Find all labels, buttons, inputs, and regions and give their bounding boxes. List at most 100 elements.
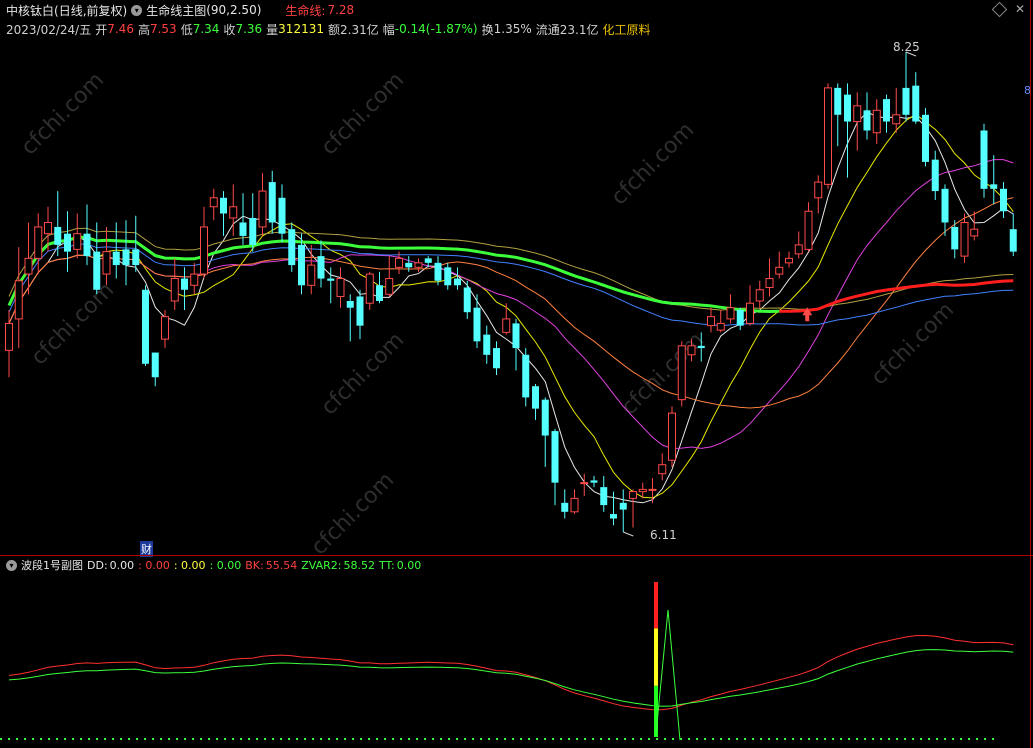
candle-body[interactable] — [970, 228, 979, 237]
candle-body[interactable] — [209, 197, 218, 208]
candle-body[interactable] — [112, 251, 120, 266]
indicator-settings-icon[interactable]: ▾ — [131, 4, 143, 16]
candle-body[interactable] — [414, 262, 423, 268]
candle-body[interactable] — [736, 309, 744, 326]
candle-body[interactable] — [365, 273, 374, 304]
candle-body[interactable] — [93, 251, 101, 290]
candle-body[interactable] — [1000, 188, 1007, 212]
candle-body[interactable] — [785, 257, 793, 264]
candle-body[interactable] — [765, 278, 774, 289]
candle-body[interactable] — [122, 249, 130, 266]
sub-panel-title[interactable]: 波段1号副图 — [21, 557, 83, 573]
candle-body[interactable] — [102, 251, 111, 275]
candle-body[interactable] — [200, 226, 208, 275]
candle-body[interactable] — [941, 188, 949, 223]
candle-body[interactable] — [541, 399, 549, 436]
candle-body[interactable] — [336, 278, 345, 297]
candle-body[interactable] — [317, 256, 325, 279]
candle-body[interactable] — [249, 217, 257, 245]
candle-body[interactable] — [922, 114, 929, 162]
sector-label[interactable]: 化工原料 — [603, 21, 651, 38]
candle-body[interactable] — [278, 197, 286, 234]
candle-body[interactable] — [561, 502, 569, 512]
candle-body[interactable] — [356, 296, 364, 326]
candle-body[interactable] — [658, 464, 667, 475]
candle-body[interactable] — [73, 233, 82, 250]
candle-body[interactable] — [307, 264, 316, 286]
candle-body[interactable] — [638, 488, 647, 493]
candle-body[interactable] — [590, 480, 598, 483]
candle-body[interactable] — [872, 109, 881, 134]
candle-body[interactable] — [677, 345, 686, 401]
candle-body[interactable] — [483, 334, 491, 355]
candle-body[interactable] — [473, 307, 481, 342]
candle-body[interactable] — [707, 316, 715, 327]
candle-body[interactable] — [463, 287, 471, 313]
close-icon[interactable]: ✕ — [1015, 2, 1025, 16]
candle-body[interactable] — [181, 278, 188, 290]
price-chart[interactable]: cfchi.com cfchi.com cfchi.com cfchi.com cfch… — [0, 36, 1033, 556]
candle-body[interactable] — [288, 229, 296, 266]
indicator-name[interactable]: 生命线主图 — [146, 2, 206, 19]
period-label[interactable]: (日线,前复权) — [54, 2, 127, 19]
candle-body[interactable] — [648, 488, 657, 491]
candle-body[interactable] — [454, 278, 461, 286]
candle-body[interactable] — [24, 257, 33, 275]
oscillator-chart[interactable] — [0, 572, 1033, 748]
candle-body[interactable] — [746, 302, 754, 324]
candle-body[interactable] — [610, 514, 617, 519]
candle-body[interactable] — [834, 87, 842, 115]
candle-body[interactable] — [980, 130, 988, 189]
candle-body[interactable] — [912, 85, 920, 122]
candle-body[interactable] — [170, 278, 179, 302]
candle-body[interactable] — [931, 159, 939, 192]
candle-body[interactable] — [844, 94, 851, 122]
candle-body[interactable] — [434, 262, 442, 281]
candle-body[interactable] — [44, 221, 52, 235]
candle-body[interactable] — [14, 280, 23, 320]
candle-body[interactable] — [239, 222, 247, 236]
candle-body[interactable] — [600, 487, 608, 506]
candle-body[interactable] — [161, 316, 169, 340]
candle-body[interactable] — [853, 105, 862, 123]
candle-body[interactable] — [493, 348, 500, 369]
candle-body[interactable] — [229, 206, 238, 219]
sub-settings-icon[interactable]: ▾ — [6, 559, 17, 571]
candle-body[interactable] — [619, 502, 627, 510]
candle-body[interactable] — [132, 249, 140, 266]
candle-body[interactable] — [892, 114, 901, 125]
candle-body[interactable] — [522, 354, 530, 398]
candle-body[interactable] — [190, 273, 199, 286]
candle-body[interactable] — [1009, 229, 1017, 252]
stock-name[interactable]: 中核钛白 — [6, 2, 54, 19]
candle-body[interactable] — [512, 323, 520, 349]
candle-body[interactable] — [405, 262, 413, 268]
candle-body[interactable] — [960, 221, 969, 257]
candle-body[interactable] — [580, 482, 589, 485]
candle-body[interactable] — [376, 285, 383, 301]
candle-body[interactable] — [327, 278, 335, 281]
candle-body[interactable] — [668, 412, 676, 461]
candle-body[interactable] — [951, 226, 959, 250]
candle-body[interactable] — [385, 278, 394, 295]
candle-body[interactable] — [824, 87, 832, 185]
candle-body[interactable] — [775, 266, 784, 275]
candle-body[interactable] — [142, 289, 149, 364]
candle-body[interactable] — [258, 190, 267, 228]
candle-body[interactable] — [697, 345, 705, 349]
candle-body[interactable] — [570, 497, 579, 513]
candle-body[interactable] — [424, 258, 432, 263]
candle-body[interactable] — [990, 184, 998, 189]
candle-body[interactable] — [502, 318, 511, 333]
candle-body[interactable] — [532, 386, 539, 409]
candle-body[interactable] — [551, 431, 559, 483]
candle-body[interactable] — [54, 226, 62, 245]
candle-body[interactable] — [794, 244, 803, 255]
candle-body[interactable] — [716, 322, 725, 331]
candle-body[interactable] — [395, 257, 403, 268]
candle-body[interactable] — [268, 182, 276, 223]
candle-body[interactable] — [5, 322, 13, 351]
candle-body[interactable] — [883, 99, 890, 122]
candle-body[interactable] — [83, 233, 91, 257]
candle-body[interactable] — [444, 267, 452, 286]
